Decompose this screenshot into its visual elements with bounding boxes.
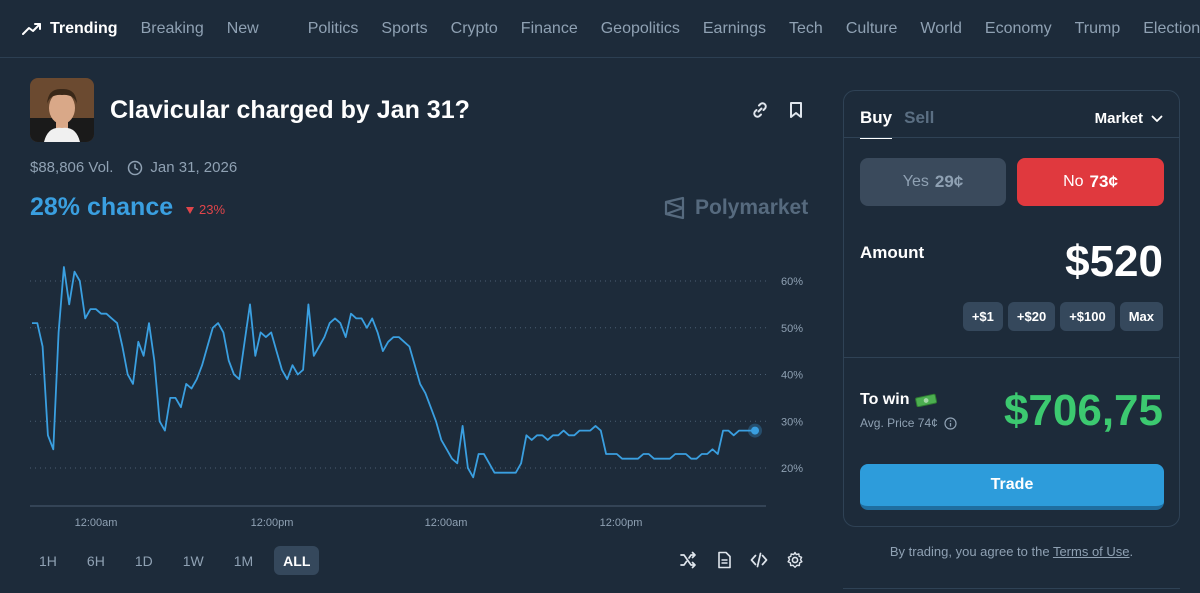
outcome-no-button[interactable]: No 73¢ [1017, 158, 1164, 206]
x-tick-label: 12:00am [75, 517, 118, 529]
nav-new[interactable]: New [227, 20, 259, 38]
add-20-button[interactable]: +$20 [1007, 302, 1056, 331]
add-1-button[interactable]: +$1 [962, 302, 1003, 331]
info-icon[interactable] [944, 416, 957, 430]
price-chart[interactable]: 60% 50% 40% 30% 20% 12:00am 12:00pm 12:00am 12:0… [0, 240, 830, 540]
shuffle-icon[interactable] [679, 551, 697, 569]
nav-earnings[interactable]: Earnings [703, 20, 766, 38]
bookmark-icon[interactable] [786, 100, 806, 120]
x-tick-label: 12:00pm [251, 517, 294, 529]
to-win-text: To win [860, 391, 910, 408]
avg-price: Avg. Price 74¢ [860, 416, 957, 430]
terms-notice: By trading, you agree to the Terms of Us… [843, 544, 1180, 559]
chevron-down-icon [1151, 115, 1163, 122]
nav-culture[interactable]: Culture [846, 20, 898, 38]
clock-icon [128, 160, 143, 175]
to-win-label: To win [860, 391, 938, 409]
nav-breaking[interactable]: Breaking [141, 20, 204, 38]
y-tick-label: 30% [781, 416, 803, 428]
chance-value: 28% chance [30, 193, 174, 221]
nav-trending[interactable]: Trending [22, 20, 118, 38]
amount-input[interactable]: $520 [1065, 237, 1163, 287]
market-avatar [30, 78, 94, 142]
polymarket-logo-icon [664, 196, 685, 220]
tab-sell[interactable]: Sell [904, 108, 934, 139]
brand-text: Polymarket [695, 196, 809, 219]
money-icon [915, 393, 938, 407]
to-win-value: $706,75 [1003, 386, 1163, 435]
panel-bottom-divider [843, 588, 1180, 589]
nav-geopolitics[interactable]: Geopolitics [601, 20, 680, 38]
amount-label: Amount [860, 243, 925, 262]
chance-delta: 23% [185, 202, 225, 217]
y-tick-label: 40% [781, 370, 803, 382]
range-6h[interactable]: 6H [78, 546, 114, 575]
max-button[interactable]: Max [1119, 302, 1163, 331]
tabs-divider [844, 137, 1179, 138]
trade-panel: Buy Sell Market Yes 29¢ No 73¢ Amount $5… [843, 90, 1180, 527]
current-point [751, 426, 759, 435]
settings-gear-icon[interactable] [786, 551, 804, 569]
range-1d[interactable]: 1D [126, 546, 162, 575]
polymarket-watermark: Polymarket [663, 196, 808, 220]
chance-delta-text: 23% [199, 202, 226, 217]
price-line [32, 266, 755, 479]
no-price: 73¢ [1089, 172, 1118, 191]
end-date-text: Jan 31, 2026 [150, 159, 238, 176]
nav-crypto[interactable]: Crypto [451, 20, 498, 38]
nav-economy[interactable]: Economy [985, 20, 1052, 38]
tab-buy[interactable]: Buy [860, 108, 893, 139]
top-nav: Trending Breaking New Politics Sports Cr… [0, 0, 1200, 58]
x-tick-label: 12:00pm [600, 517, 643, 529]
nav-trending-label: Trending [50, 19, 118, 37]
quick-amount-buttons: +$1 +$20 +$100 Max [958, 302, 1163, 331]
range-all[interactable]: ALL [274, 546, 320, 575]
range-1h[interactable]: 1H [30, 546, 66, 575]
range-1w[interactable]: 1W [174, 546, 213, 575]
terms-prefix: By trading, you agree to the [889, 544, 1053, 559]
nav-elections[interactable]: Elections [1143, 20, 1200, 38]
no-label: No [1063, 173, 1084, 190]
volume-text: $88,806 Vol. [30, 159, 114, 176]
range-1m[interactable]: 1M [225, 546, 262, 575]
market-title: Clavicular charged by Jan 31? [110, 96, 470, 124]
nav-sports[interactable]: Sports [381, 20, 427, 38]
x-tick-label: 12:00am [425, 517, 468, 529]
order-type-dropdown[interactable]: Market [1095, 110, 1163, 127]
yes-price: 29¢ [934, 172, 964, 191]
market-meta: $88,806 Vol. Jan 31, 2026 [30, 159, 237, 176]
nav-finance[interactable]: Finance [521, 20, 578, 38]
y-tick-label: 20% [781, 463, 803, 475]
code-icon[interactable] [750, 551, 768, 569]
terms-suffix: . [1129, 544, 1134, 559]
range-selector: 1H 6H 1D 1W 1M ALL [30, 546, 320, 575]
y-tick-label: 50% [781, 323, 803, 335]
yes-label: Yes [902, 173, 929, 190]
trade-button[interactable]: Trade [860, 464, 1164, 510]
nav-politics[interactable]: Politics [308, 20, 359, 38]
link-icon[interactable] [750, 100, 770, 120]
add-100-button[interactable]: +$100 [1060, 302, 1115, 331]
document-icon[interactable] [715, 551, 733, 569]
terms-link[interactable]: Terms of Use [1053, 544, 1130, 559]
nav-trump[interactable]: Trump [1075, 20, 1121, 38]
nav-world[interactable]: World [920, 20, 962, 38]
y-tick-label: 60% [781, 276, 803, 288]
down-triangle-icon [186, 206, 194, 214]
side-tabs: Buy Sell [860, 108, 946, 139]
outcome-yes-button[interactable]: Yes 29¢ [860, 158, 1006, 206]
avatar-image [30, 78, 94, 142]
order-type-label: Market [1094, 110, 1143, 127]
trending-icon [22, 22, 41, 35]
avg-price-text: Avg. Price 74¢ [860, 416, 938, 430]
nav-tech[interactable]: Tech [789, 20, 823, 38]
amount-divider [844, 357, 1179, 358]
